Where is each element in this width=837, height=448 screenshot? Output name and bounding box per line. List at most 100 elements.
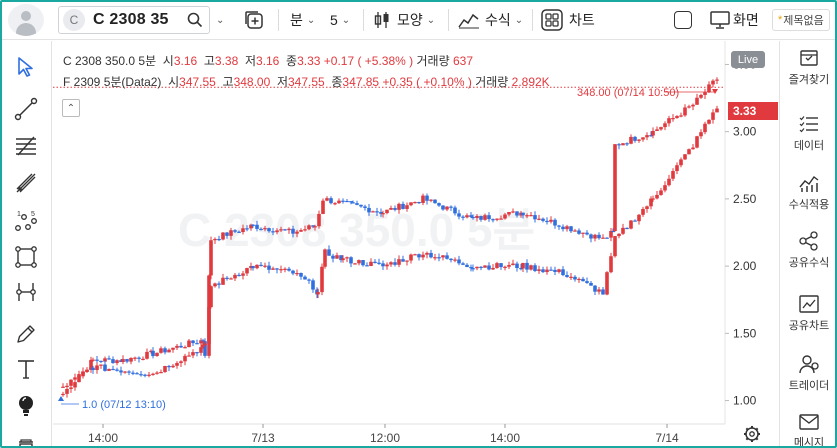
series-b-candle: [453, 259, 457, 261]
series-a-candle: [341, 200, 345, 202]
sidebar-item-message[interactable]: 메시지: [780, 413, 837, 448]
cursor-tool[interactable]: [12, 53, 40, 81]
search-icon[interactable]: [187, 12, 203, 28]
series-b-candle: [671, 171, 675, 179]
series-b-candle: [65, 385, 69, 387]
series-b-candle: [561, 269, 565, 276]
series-b-candle: [663, 185, 667, 191]
sidebar-item-label: 트레이더: [788, 380, 830, 392]
sidebar-item-bookmark[interactable]: 즐겨찾기: [780, 48, 837, 87]
series-a-candle: [321, 200, 325, 214]
live-button[interactable]: Live: [731, 51, 765, 68]
series-a-candle: [233, 230, 237, 232]
series-b-candle: [707, 119, 711, 124]
trendline-tool[interactable]: [12, 95, 40, 123]
pattern-tool[interactable]: 51: [12, 207, 40, 235]
delete-tool[interactable]: [12, 432, 40, 448]
text-tool[interactable]: [12, 355, 40, 383]
series-b-candle: [553, 269, 557, 272]
sidebar-item-indicator[interactable]: 수식적용: [780, 173, 837, 212]
series-a-candle: [613, 144, 617, 232]
series-a-candle: [629, 136, 633, 144]
series-b-candle: [61, 386, 65, 388]
symbol-input[interactable]: C 2308 35: [93, 11, 169, 29]
sidebar-item-traders[interactable]: 트레이더: [780, 354, 837, 393]
series-b-candle: [515, 263, 519, 269]
series-a-candle: [115, 360, 119, 364]
screen-label: 화면: [733, 12, 759, 28]
top-toolbar: C C 2308 35 ⌄ 분 ⌄ 5 ⌄ 모양 ⌄ 수식 ⌄ 차트 화면 * …: [0, 0, 837, 40]
untitled-label: 제목없음: [783, 15, 824, 27]
series-b-candle: [77, 374, 81, 378]
price-chart[interactable]: C 2308 350.0 5분3.503.002.502.001.501.001…: [53, 41, 779, 448]
series-a-candle: [225, 232, 229, 236]
y-tick-label: 3.00: [733, 125, 757, 139]
chart-layout-button[interactable]: 차트: [541, 8, 595, 32]
series-a-candle: [471, 216, 475, 219]
series-b-candle: [557, 269, 561, 272]
sidebar-item-share-formula[interactable]: 공유수식: [780, 231, 837, 270]
series-b-candle: [617, 233, 621, 237]
series-b-candle: [699, 132, 703, 137]
alert-tool[interactable]: [12, 392, 40, 420]
chart-panel[interactable]: C 2308 350.0 5분3.503.002.502.001.501.001…: [53, 41, 779, 448]
series-b-candle: [353, 263, 357, 265]
series-b-candle: [593, 285, 597, 292]
symbol-dropdown-button[interactable]: ⌄: [216, 8, 224, 32]
indicators-button[interactable]: 수식 ⌄: [458, 8, 523, 32]
series-a-candle: [151, 350, 155, 357]
series-b-candle: [449, 258, 453, 261]
series-b-candle: [99, 364, 103, 366]
untitled-layout-button[interactable]: * 제목없음: [772, 9, 830, 31]
fib-tool[interactable]: [12, 132, 40, 160]
user-avatar[interactable]: [8, 4, 44, 36]
chart-style-button[interactable]: 모양 ⌄: [373, 8, 435, 32]
indicator-chart-icon: [799, 176, 819, 192]
series-a-candle: [275, 230, 279, 233]
legend-collapse-button[interactable]: ⌃: [62, 99, 80, 117]
gear-tooth: [745, 427, 749, 431]
series-a-candle: [465, 215, 469, 218]
series-a-candle: [195, 343, 199, 345]
range-tool[interactable]: [12, 278, 40, 306]
series-a-candle: [479, 216, 483, 220]
series-b-candle: [405, 260, 409, 262]
y-tick-label: 2.00: [733, 259, 757, 273]
series-a-candle: [671, 118, 675, 120]
pitchfork-tool[interactable]: [12, 169, 40, 197]
series-b-candle: [475, 266, 479, 269]
series-a-candle: [111, 359, 115, 364]
shape-tool[interactable]: [12, 243, 40, 271]
interval-unit-select[interactable]: 분 ⌄: [290, 8, 315, 32]
brush-tool[interactable]: [12, 320, 40, 348]
legend-main-low-label: 저: [244, 54, 256, 68]
indicator-icon: [458, 13, 479, 29]
series-a-candle: [183, 347, 187, 349]
series-b-candle: [323, 249, 327, 267]
high-annotation-arrow: [712, 89, 718, 94]
screen-button[interactable]: 화면: [710, 8, 759, 32]
series-b-candle: [267, 265, 271, 270]
series-a-candle: [371, 211, 375, 213]
settings-gear-icon[interactable]: [744, 426, 760, 442]
series-a-candle: [429, 199, 433, 201]
compare-symbol-button[interactable]: [243, 8, 265, 32]
series-a-candle: [675, 116, 679, 119]
interval-value-label: 5: [330, 12, 338, 28]
series-b-candle: [675, 165, 679, 172]
sidebar-item-label: 공유수식: [788, 257, 830, 269]
series-a-candle: [187, 340, 191, 348]
series-a-candle: [573, 230, 577, 232]
symbol-search-box[interactable]: C C 2308 35: [58, 6, 210, 34]
series-a-candle: [145, 351, 149, 359]
legend-main-close-label: 종: [286, 54, 298, 68]
sidebar-item-data[interactable]: 데이터: [780, 114, 837, 153]
interval-unit-label: 분: [290, 12, 303, 28]
interval-value-select[interactable]: 5 ⌄: [330, 8, 350, 32]
series-b-candle: [441, 255, 445, 258]
series-b-candle: [263, 265, 267, 267]
series-a-candle: [325, 198, 329, 201]
sidebar-item-share-chart[interactable]: 공유차트: [780, 294, 837, 333]
gear-tooth: [755, 437, 759, 441]
toggle-checkbox[interactable]: [674, 11, 692, 29]
